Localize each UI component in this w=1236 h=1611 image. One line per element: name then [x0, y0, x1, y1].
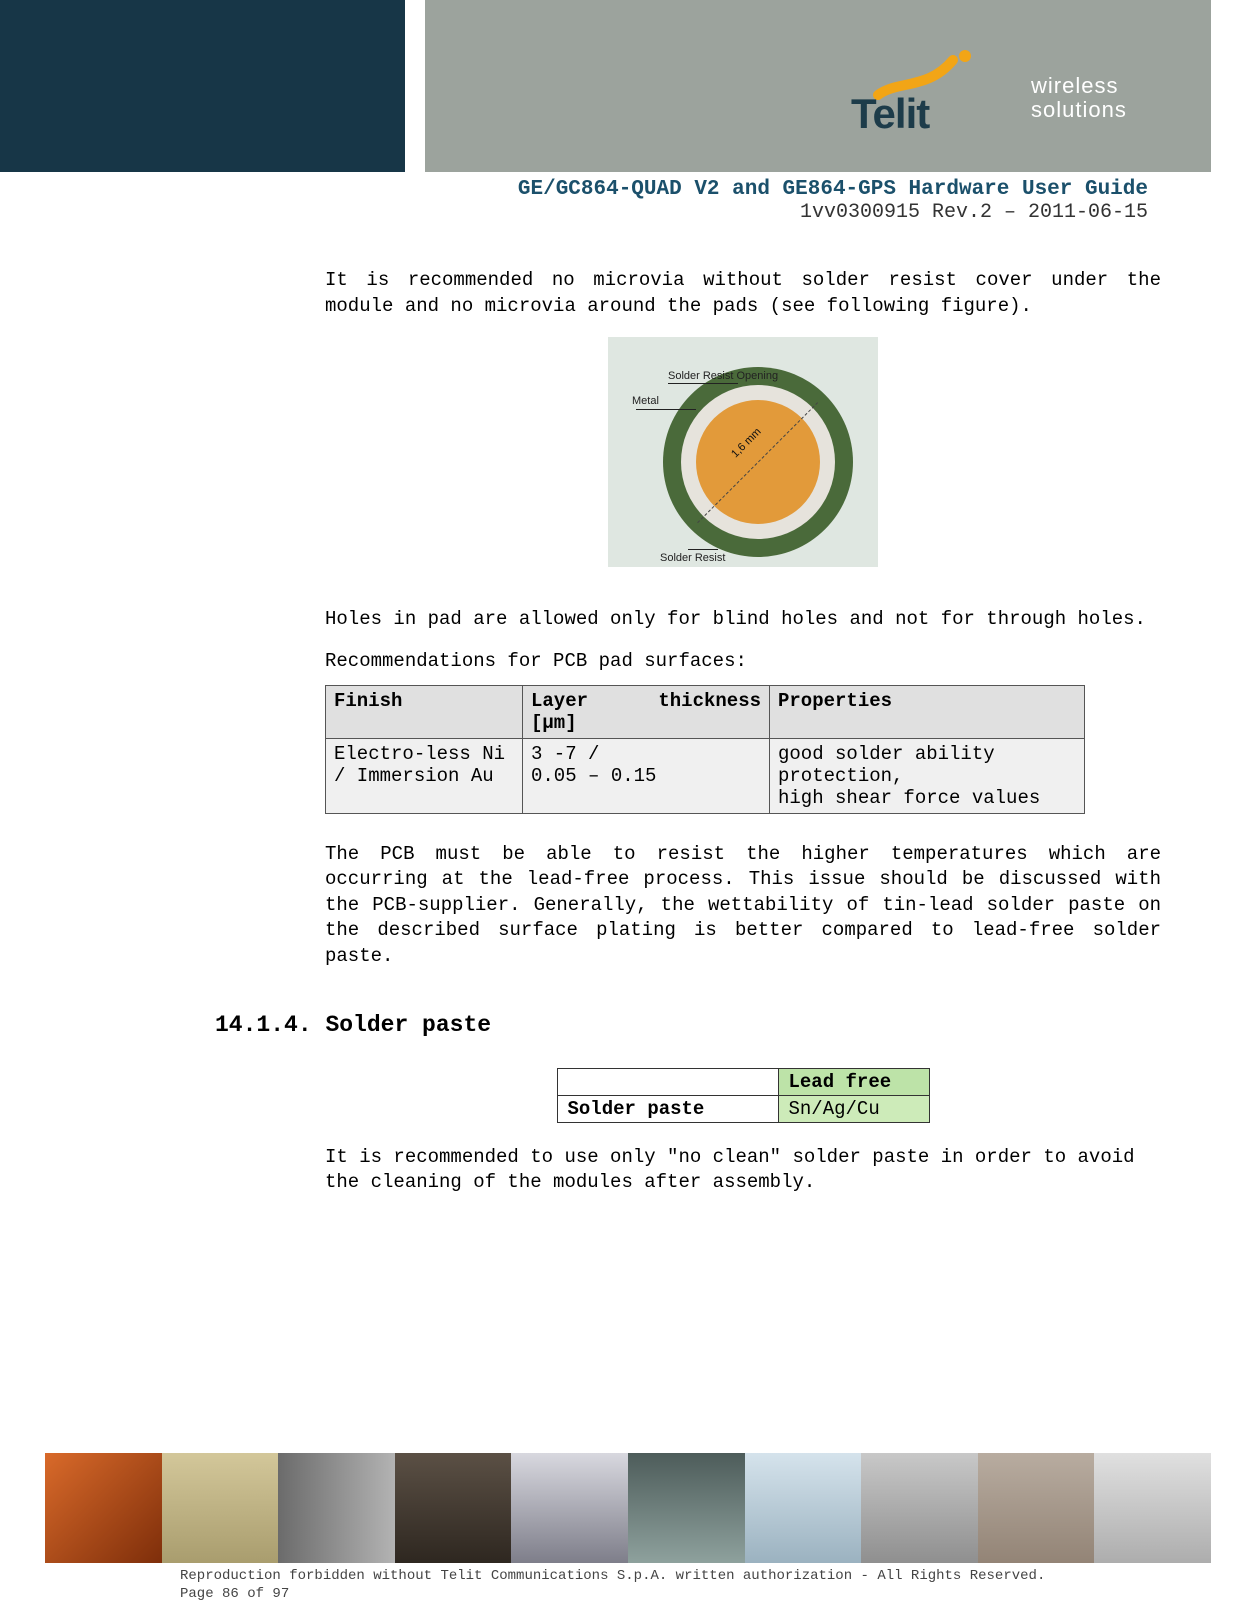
footer-page: Page 86 of 97 [180, 1586, 289, 1602]
figure-leader-1 [668, 383, 738, 384]
footer-tile [1094, 1453, 1211, 1563]
table2-empty-header [557, 1068, 778, 1095]
paragraph-recommendations-title: Recommendations for PCB pad surfaces: [325, 649, 1161, 675]
figure-microvia: 1,6 mm Solder Resist Opening Metal Solde… [325, 337, 1161, 567]
footer-tile [978, 1453, 1095, 1563]
footer-tile [395, 1453, 512, 1563]
figure-label-sro: Solder Resist Opening [668, 370, 778, 382]
paragraph-noclean: It is recommended to use only "no clean"… [325, 1145, 1161, 1196]
figure-card: 1,6 mm Solder Resist Opening Metal Solde… [608, 337, 878, 567]
section-title: Solder paste [325, 1012, 491, 1038]
doc-title: GE/GC864-QUAD V2 and GE864-GPS Hardware … [300, 178, 1148, 201]
footer-copyright: Reproduction forbidden without Telit Com… [180, 1568, 1045, 1584]
figure-leader-2 [636, 409, 696, 410]
footer-tile [278, 1453, 395, 1563]
brand-tag-line2: solutions [1031, 98, 1127, 121]
paragraph-holes: Holes in pad are allowed only for blind … [325, 607, 1161, 633]
figure-label-metal: Metal [632, 395, 659, 407]
header-dark-block [0, 0, 405, 172]
th-finish: Finish [326, 685, 523, 738]
td-thickness: 3 -7 / 0.05 – 0.15 [523, 738, 770, 813]
figure-label-sr: Solder Resist [660, 552, 725, 564]
footer-tile [861, 1453, 978, 1563]
th-properties: Properties [770, 685, 1085, 738]
paragraph-intro: It is recommended no microvia without so… [325, 268, 1161, 319]
logo-mark: Telit [851, 58, 1011, 138]
brand-name: Telit [851, 90, 929, 138]
brand-tagline: wireless solutions [1031, 74, 1127, 120]
footer-image-strip [45, 1453, 1211, 1563]
table-header-row: Finish Layerthickness [µm] Properties [326, 685, 1085, 738]
table-solder-paste: Lead free Solder paste Sn/Ag/Cu [557, 1068, 930, 1123]
footer-text: Reproduction forbidden without Telit Com… [180, 1568, 1146, 1603]
table2-row-value: Sn/Ag/Cu [778, 1095, 929, 1122]
paragraph-pcb-temp: The PCB must be able to resist the highe… [325, 842, 1161, 970]
doc-title-block: GE/GC864-QUAD V2 and GE864-GPS Hardware … [300, 178, 1148, 224]
content-area: It is recommended no microvia without so… [325, 268, 1161, 1212]
brand-tag-line1: wireless [1031, 74, 1127, 97]
table-row: Electro-less Ni / Immersion Au 3 -7 / 0.… [326, 738, 1085, 813]
brand-logo: Telit wireless solutions [851, 55, 1181, 140]
document-page: Telit wireless solutions GE/GC864-QUAD V… [0, 0, 1236, 1611]
footer-tile [628, 1453, 745, 1563]
doc-revision: 1vv0300915 Rev.2 – 2011-06-15 [300, 201, 1148, 224]
td-properties: good solder ability protection, high she… [770, 738, 1085, 813]
footer-tile [162, 1453, 279, 1563]
section-number: 14.1.4. [215, 1012, 312, 1038]
section-heading: 14.1.4. Solder paste [215, 1012, 1161, 1038]
th-thickness: Layerthickness [µm] [523, 685, 770, 738]
table2-header-row: Lead free [557, 1068, 929, 1095]
footer-tile [511, 1453, 628, 1563]
table-pcb-surfaces: Finish Layerthickness [µm] Properties El… [325, 685, 1085, 814]
table2-row-label: Solder paste [557, 1095, 778, 1122]
figure-leader-3 [688, 549, 718, 550]
table2-row: Solder paste Sn/Ag/Cu [557, 1095, 929, 1122]
footer-tile [745, 1453, 862, 1563]
footer-tile [45, 1453, 162, 1563]
td-finish: Electro-less Ni / Immersion Au [326, 738, 523, 813]
table2-leadfree-header: Lead free [778, 1068, 929, 1095]
